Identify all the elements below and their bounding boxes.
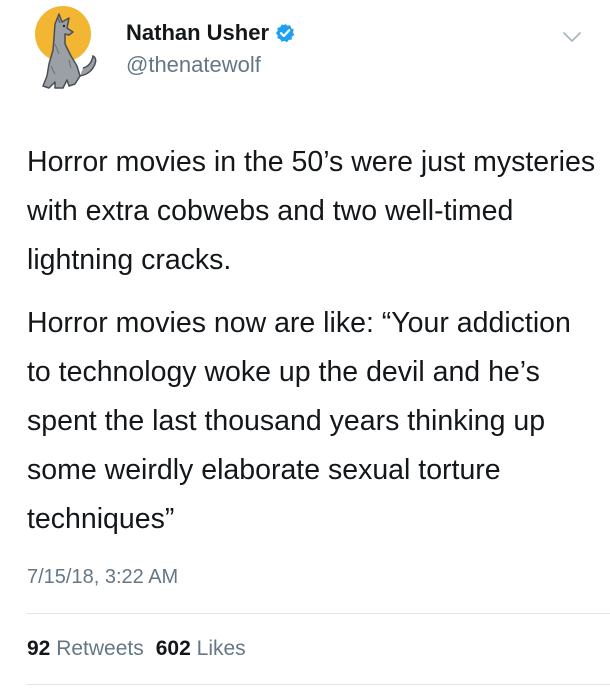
likes-count: 602	[155, 637, 191, 660]
divider	[27, 684, 610, 685]
tweet-stats: 92 Retweets 602 Likes	[27, 637, 246, 661]
verified-badge-icon	[275, 23, 295, 43]
retweets-count: 92	[27, 637, 51, 660]
author-handle[interactable]: @thenatewolf	[126, 52, 261, 78]
tweet-text: Horror movies in the 50’s were just myst…	[27, 138, 597, 544]
retweets-stat[interactable]: 92 Retweets	[27, 637, 144, 660]
chevron-down-icon[interactable]	[562, 30, 582, 44]
retweets-label: Retweets	[56, 637, 144, 660]
author-name-row[interactable]: Nathan Usher	[126, 20, 295, 46]
likes-stat[interactable]: 602 Likes	[156, 637, 246, 660]
howling-wolf-avatar-icon	[35, 6, 97, 89]
tweet-paragraph: Horror movies now are like: “Your addict…	[27, 307, 571, 535]
avatar[interactable]	[25, 4, 105, 94]
tweet-paragraph: Horror movies in the 50’s were just myst…	[27, 146, 596, 276]
author-display-name[interactable]: Nathan Usher	[126, 20, 269, 46]
likes-label: Likes	[196, 637, 246, 660]
divider	[27, 613, 610, 614]
tweet-timestamp[interactable]: 7/15/18, 3:22 AM	[27, 566, 178, 589]
